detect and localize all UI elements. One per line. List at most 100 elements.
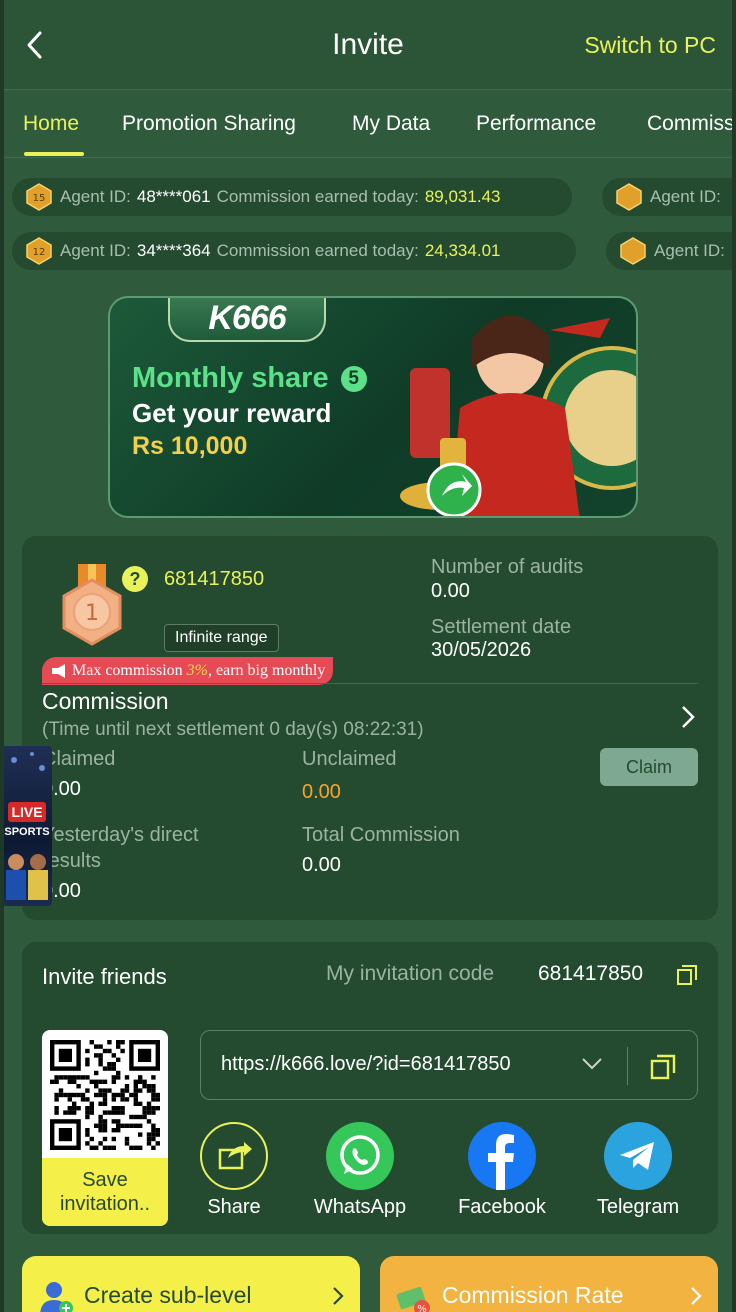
settlement-value: 30/05/2026 bbox=[431, 639, 532, 661]
chevron-right-icon bbox=[333, 1287, 344, 1305]
save-invitation-button[interactable]: Save invitation.. bbox=[42, 1158, 168, 1226]
level-badge-icon: 15 bbox=[26, 183, 52, 211]
audits-label: Number of audits bbox=[431, 556, 584, 578]
invite-link: https://k666.love/?id=681417850 bbox=[221, 1053, 511, 1075]
ticker-agent-label: Agent ID: bbox=[60, 187, 131, 206]
qr-code-card[interactable]: Save invitation.. bbox=[42, 1030, 168, 1226]
ticker-item: 15 Agent ID: 48****061 Commission earned… bbox=[12, 178, 572, 216]
settlement-label: Settlement date bbox=[431, 616, 572, 638]
create-sub-level-label: Create sub-level bbox=[84, 1282, 252, 1308]
whatsapp-label: WhatsApp bbox=[313, 1196, 407, 1218]
qr-code-image bbox=[50, 1040, 160, 1150]
invitation-code-value: 681417850 bbox=[538, 962, 644, 985]
ticker-item: Agent ID: bbox=[606, 232, 736, 270]
ticker-commission-label: Commission earned today: bbox=[216, 241, 419, 260]
share-icon bbox=[200, 1122, 268, 1190]
banner-character-illustration bbox=[400, 315, 636, 516]
copy-icon[interactable] bbox=[676, 964, 698, 986]
ticker-agent-label: Agent ID: bbox=[654, 241, 725, 260]
active-tab-indicator bbox=[24, 152, 84, 156]
level-badge-icon bbox=[620, 237, 646, 265]
chevron-right-icon bbox=[691, 1287, 702, 1305]
live-tag: LIVE bbox=[8, 802, 46, 822]
tab-my-data[interactable]: My Data bbox=[352, 112, 430, 136]
tab-performance[interactable]: Performance bbox=[476, 112, 596, 136]
ticker-item: 12 Agent ID: 34****364 Commission earned… bbox=[12, 232, 576, 270]
chevron-right-icon[interactable] bbox=[680, 704, 696, 730]
ticker-agent-label: Agent ID: bbox=[60, 241, 131, 260]
ticker-commission-label: Commission earned today: bbox=[216, 187, 419, 206]
divider bbox=[42, 683, 698, 684]
top-bar: Invite Switch to PC bbox=[0, 0, 736, 90]
switch-to-pc-link[interactable]: Switch to PC bbox=[584, 32, 716, 59]
banner-subtitle: Get your reward bbox=[132, 398, 332, 428]
commission-title[interactable]: Commission bbox=[42, 688, 169, 715]
ticker-agent-id: 34****364 bbox=[136, 241, 211, 260]
facebook-icon bbox=[468, 1122, 536, 1190]
chevron-down-icon[interactable] bbox=[581, 1055, 603, 1073]
total-commission-label: Total Commission bbox=[302, 824, 460, 846]
live-sports-widget[interactable]: LIVE SPORTS bbox=[2, 746, 52, 906]
settlement-countdown: (Time until next settlement 0 day(s) 08:… bbox=[42, 719, 424, 740]
unclaimed-label: Unclaimed bbox=[302, 748, 397, 770]
whatsapp-button[interactable]: WhatsApp bbox=[300, 1122, 420, 1219]
invite-title: Invite friends bbox=[42, 964, 167, 989]
facebook-label: Facebook bbox=[458, 1196, 546, 1218]
players-image bbox=[6, 854, 48, 900]
telegram-label: Telegram bbox=[596, 1196, 680, 1218]
claim-button[interactable]: Claim bbox=[600, 748, 698, 786]
tab-promotion-sharing[interactable]: Promotion Sharing bbox=[122, 112, 296, 136]
commission-rate-label: Commission Rate bbox=[442, 1282, 624, 1308]
banner-logo-tab: K666 bbox=[168, 298, 326, 342]
money-percent-icon: % bbox=[396, 1286, 430, 1312]
range-badge: Infinite range bbox=[164, 624, 279, 652]
stadium-image bbox=[11, 752, 45, 771]
invite-link-field[interactable]: https://k666.love/?id=681417850 bbox=[200, 1030, 698, 1100]
tab-commission[interactable]: Commiss bbox=[647, 112, 735, 136]
ticker-item: Agent ID: bbox=[602, 178, 736, 216]
share-button[interactable]: Share bbox=[174, 1122, 294, 1219]
help-icon[interactable]: ? bbox=[122, 566, 148, 592]
banner-reward-amount: Rs 10,000 bbox=[132, 432, 248, 460]
invite-friends-card: Invite friends My invitation code 681417… bbox=[22, 942, 718, 1234]
telegram-icon bbox=[604, 1122, 672, 1190]
share-label: Share bbox=[207, 1196, 261, 1218]
tab-bar: Home Promotion Sharing My Data Performan… bbox=[0, 92, 736, 158]
add-user-icon bbox=[40, 1282, 73, 1312]
tab-home[interactable]: Home bbox=[23, 112, 79, 136]
svg-text:15: 15 bbox=[33, 193, 46, 204]
total-commission-value: 0.00 bbox=[302, 854, 341, 876]
telegram-button[interactable]: Telegram bbox=[578, 1122, 698, 1219]
svg-text:12: 12 bbox=[33, 247, 46, 258]
yesterday-label: Yesterday's direct bbox=[42, 824, 199, 846]
divider bbox=[627, 1047, 628, 1085]
svg-text:1: 1 bbox=[85, 601, 99, 626]
unclaimed-value: 0.00 bbox=[302, 781, 341, 803]
invitation-code-label: My invitation code bbox=[326, 962, 495, 985]
claimed-label: Claimed bbox=[42, 748, 116, 770]
create-sub-level-button[interactable]: Create sub-level bbox=[22, 1256, 360, 1312]
commission-rate-button[interactable]: % Commission Rate bbox=[380, 1256, 718, 1312]
max-commission-banner: Max commission 3%, earn big monthly bbox=[42, 657, 334, 685]
level-badge-icon bbox=[616, 183, 642, 211]
ticker-agent-label: Agent ID: bbox=[650, 187, 721, 206]
copy-link-icon[interactable] bbox=[649, 1053, 677, 1081]
banner-headline: Monthly share 5 bbox=[132, 362, 367, 395]
agent-commission-card: 1 ? 681417850 Infinite range Max commiss… bbox=[22, 536, 718, 920]
banner-number-badge: 5 bbox=[340, 366, 367, 392]
ticker-amount: 89,031.43 bbox=[424, 187, 501, 206]
whatsapp-icon bbox=[326, 1122, 394, 1190]
megaphone-icon bbox=[52, 664, 65, 678]
promo-banner[interactable]: K666 Monthly share 5 Get your reward Rs … bbox=[108, 296, 638, 518]
ticker-agent-id: 48****061 bbox=[136, 187, 211, 206]
back-arrow-icon[interactable] bbox=[22, 28, 50, 62]
svg-text:%: % bbox=[417, 1304, 427, 1312]
brand-logo: K666 bbox=[208, 298, 286, 337]
audits-value: 0.00 bbox=[431, 580, 470, 602]
facebook-button[interactable]: Facebook bbox=[442, 1122, 562, 1219]
level-badge-icon: 12 bbox=[26, 237, 52, 265]
ticker-amount: 24,334.01 bbox=[424, 241, 501, 260]
agent-id: 681417850 bbox=[164, 568, 265, 590]
sports-label: SPORTS bbox=[4, 826, 50, 838]
rank-medal-icon: 1 bbox=[62, 564, 122, 646]
